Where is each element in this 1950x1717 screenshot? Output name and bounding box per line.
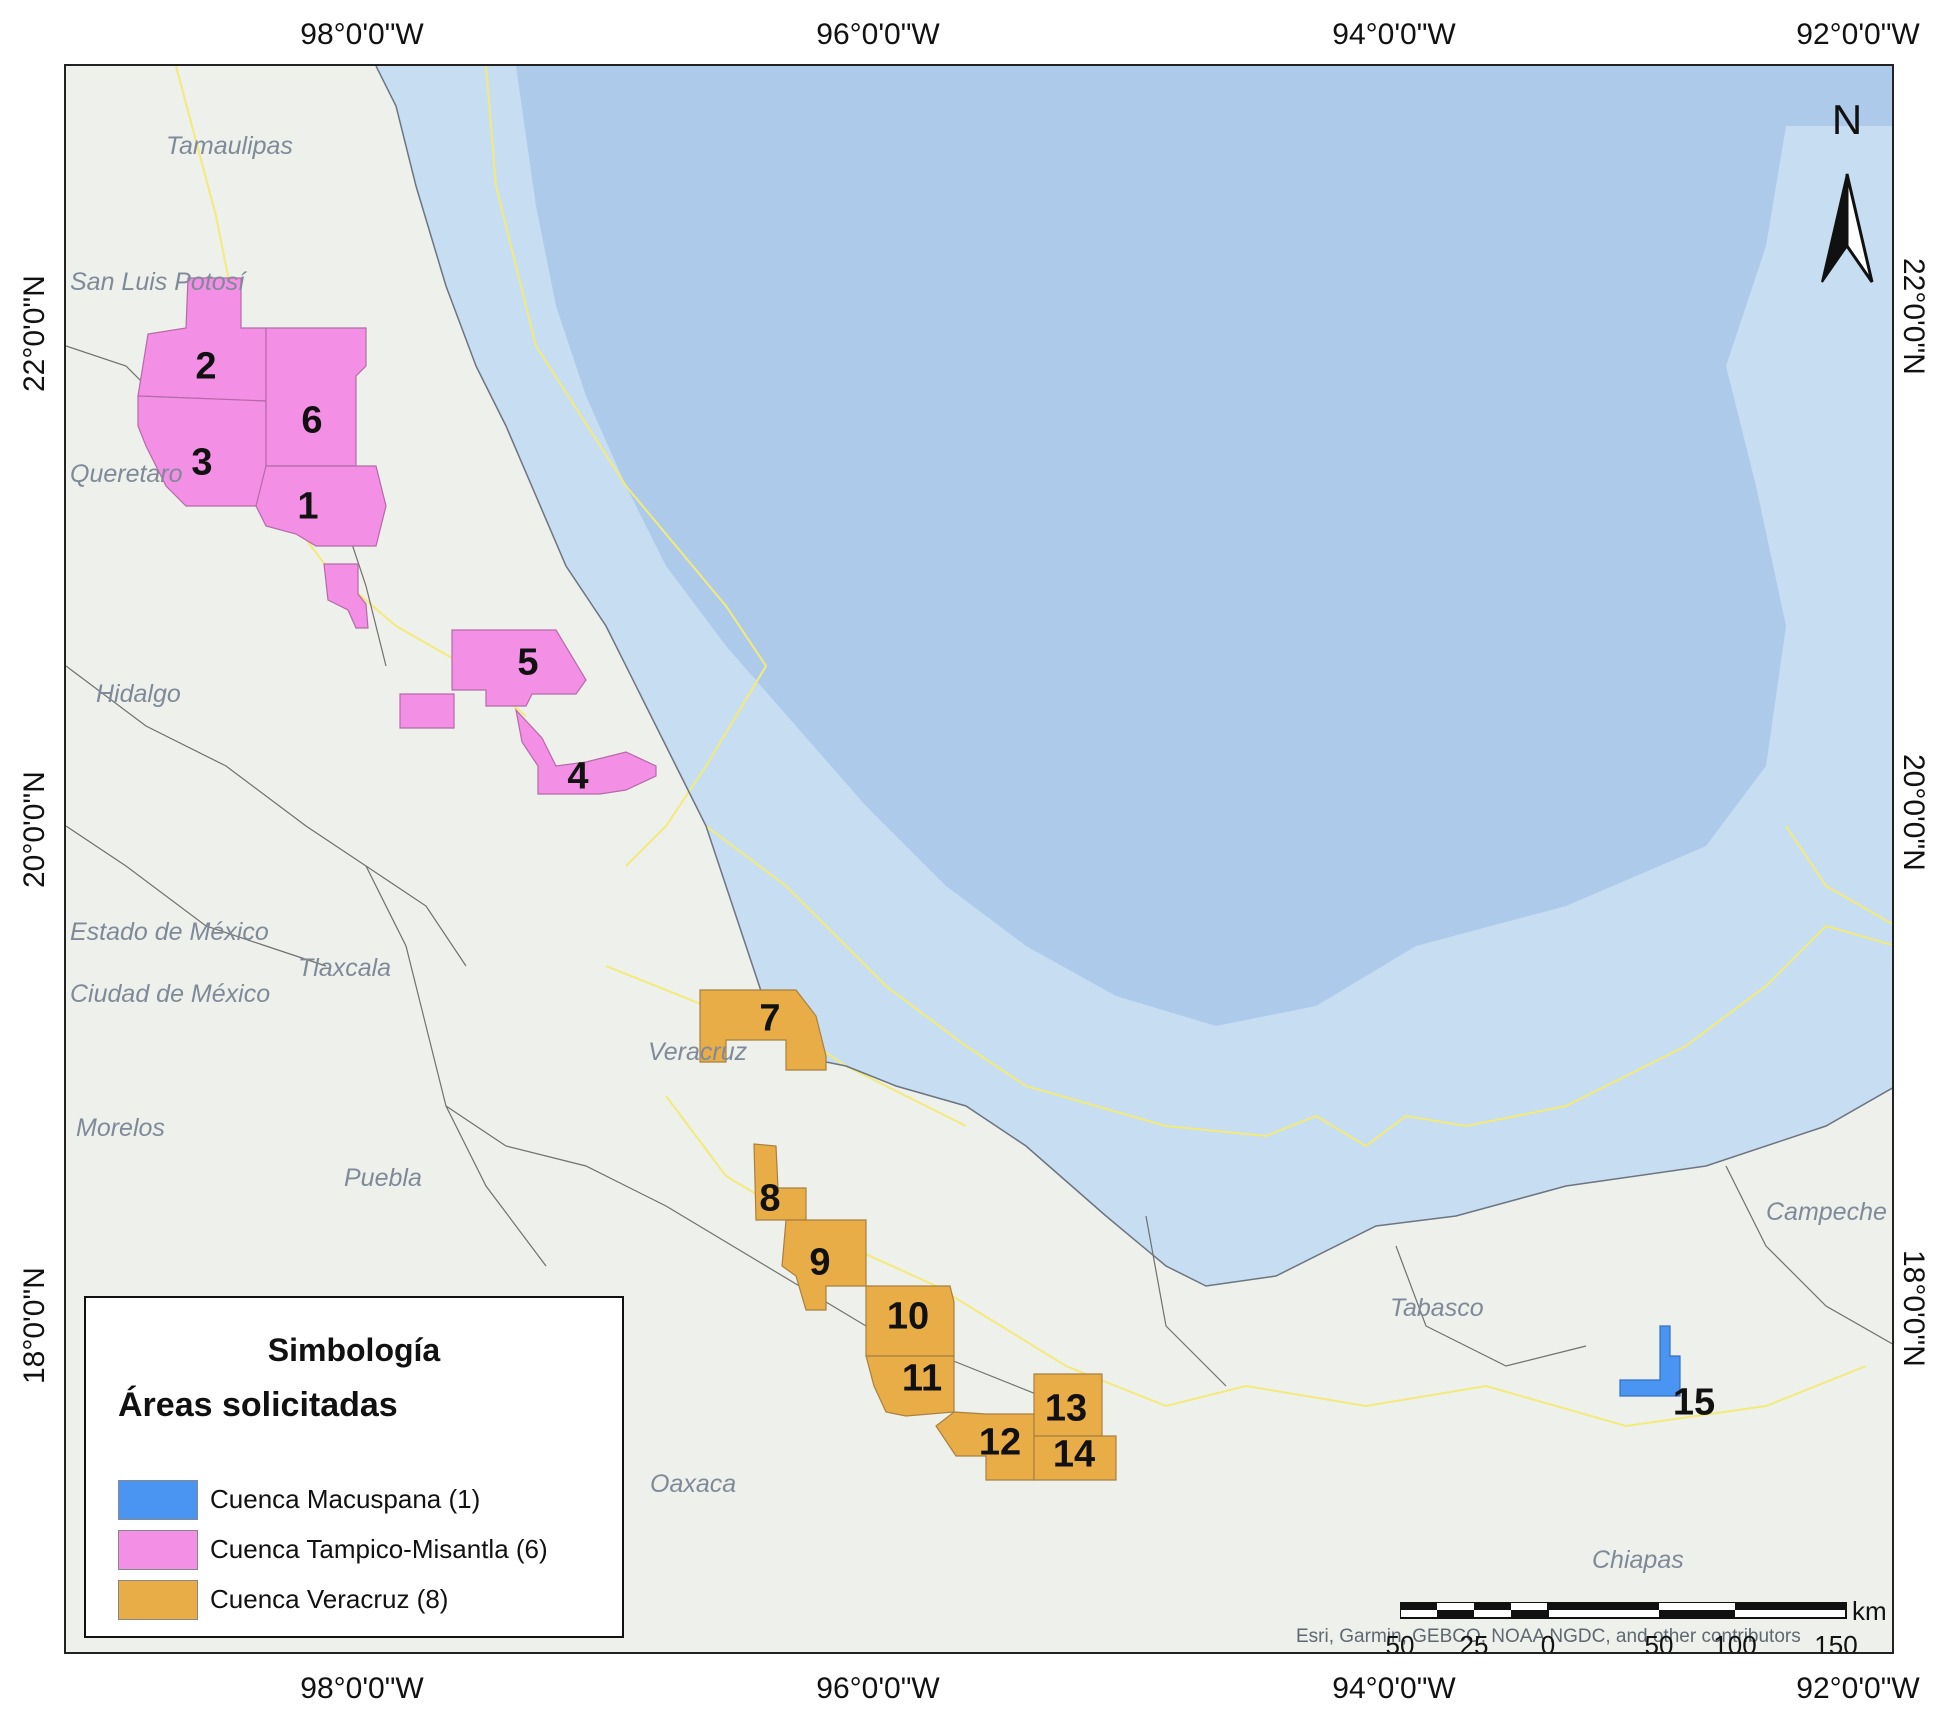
scale-label-150: 150	[1814, 1630, 1858, 1654]
scale-label-50: 50	[1644, 1630, 1674, 1654]
scale-bar: 50 25 0 50 100 150 km	[1386, 1596, 1887, 1654]
north-arrow-icon	[1821, 173, 1874, 283]
place-label-queretaro: Queretaro	[70, 460, 183, 488]
place-label-campeche: Campeche	[1766, 1198, 1887, 1226]
latitude-label-left-18n: 18°0'0"N	[18, 1267, 51, 1384]
legend-swatch-macuspana	[118, 1480, 198, 1520]
place-label-hidalgo: Hidalgo	[96, 680, 181, 708]
area-15	[1619, 1325, 1681, 1397]
legend-label-veracruz: Cuenca Veracruz (8)	[210, 1584, 449, 1614]
area-label-14: 14	[1052, 1433, 1096, 1476]
area-label-2: 2	[195, 345, 217, 388]
area-label-4: 4	[567, 755, 589, 798]
place-label-san-luis-potosi: San Luis Potosí	[70, 268, 246, 296]
longitude-label-top-98w: 98°0'0"W	[300, 18, 424, 51]
scale-unit: km	[1852, 1596, 1887, 1626]
place-label-tamaulipas: Tamaulipas	[166, 132, 293, 160]
area-label-12: 12	[978, 1421, 1022, 1464]
place-label-puebla: Puebla	[344, 1164, 422, 1192]
legend: Simbología Áreas solicitadas Cuenca Macu…	[84, 1296, 624, 1638]
map-frame[interactable]: Tamaulipas San Luis Potosí Queretaro Hid…	[64, 64, 1894, 1654]
scale-label-50-left: 50	[1385, 1630, 1415, 1654]
legend-label-macuspana: Cuenca Macuspana (1)	[210, 1484, 481, 1514]
north-arrow: N	[1802, 96, 1892, 286]
legend-subtitle: Áreas solicitadas	[118, 1386, 398, 1424]
area-label-8: 8	[759, 1177, 781, 1220]
area-label-13: 13	[1044, 1387, 1088, 1430]
legend-swatch-tampico-misantla	[118, 1530, 198, 1570]
area-label-15: 15	[1672, 1381, 1716, 1424]
scale-label-100: 100	[1713, 1630, 1757, 1654]
longitude-label-top-92w: 92°0'0"W	[1796, 18, 1920, 51]
area-label-5: 5	[517, 641, 539, 684]
scale-label-0: 0	[1540, 1630, 1556, 1654]
latitude-label-right-22n: 22°0'0"N	[1897, 258, 1930, 375]
place-label-veracruz: Veracruz	[648, 1038, 748, 1066]
longitude-label-bottom-94w: 94°0'0"W	[1332, 1672, 1456, 1705]
place-label-chiapas: Chiapas	[1592, 1546, 1684, 1574]
latitude-label-left-20n: 20°0'0"N	[18, 771, 51, 888]
area-label-11: 11	[901, 1357, 943, 1400]
latitude-label-right-18n: 18°0'0"N	[1897, 1250, 1930, 1367]
place-label-estado-de-mexico: Estado de México	[70, 918, 269, 946]
scale-bar-graphic	[1400, 1602, 1847, 1619]
legend-label-tampico-misantla: Cuenca Tampico-Misantla (6)	[210, 1534, 548, 1564]
area-label-10: 10	[886, 1295, 930, 1338]
area-label-6: 6	[301, 399, 323, 442]
area-5-west	[399, 693, 455, 729]
place-label-tabasco: Tabasco	[1390, 1294, 1484, 1322]
legend-title: Simbología	[267, 1332, 441, 1368]
legend-swatch-veracruz	[118, 1580, 198, 1620]
area-label-1: 1	[297, 485, 319, 528]
latitude-label-right-20n: 20°0'0"N	[1897, 754, 1930, 871]
place-label-tlaxcala: Tlaxcala	[298, 954, 392, 982]
area-6	[265, 327, 367, 467]
longitude-label-bottom-92w: 92°0'0"W	[1796, 1672, 1920, 1705]
longitude-label-top-96w: 96°0'0"W	[816, 18, 940, 51]
area-label-7: 7	[759, 997, 781, 1040]
area-1	[255, 465, 387, 547]
area-label-3: 3	[191, 441, 213, 484]
longitude-label-bottom-98w: 98°0'0"W	[300, 1672, 424, 1705]
place-label-oaxaca: Oaxaca	[650, 1470, 737, 1498]
area-label-9: 9	[809, 1241, 831, 1284]
longitude-label-bottom-96w: 96°0'0"W	[816, 1672, 940, 1705]
latitude-label-left-22n: 22°0'0"N	[18, 275, 51, 392]
place-label-ciudad-de-mexico: Ciudad de México	[70, 980, 271, 1008]
scale-label-25: 25	[1459, 1630, 1489, 1654]
place-label-morelos: Morelos	[76, 1114, 165, 1142]
longitude-label-top-94w: 94°0'0"W	[1332, 18, 1456, 51]
